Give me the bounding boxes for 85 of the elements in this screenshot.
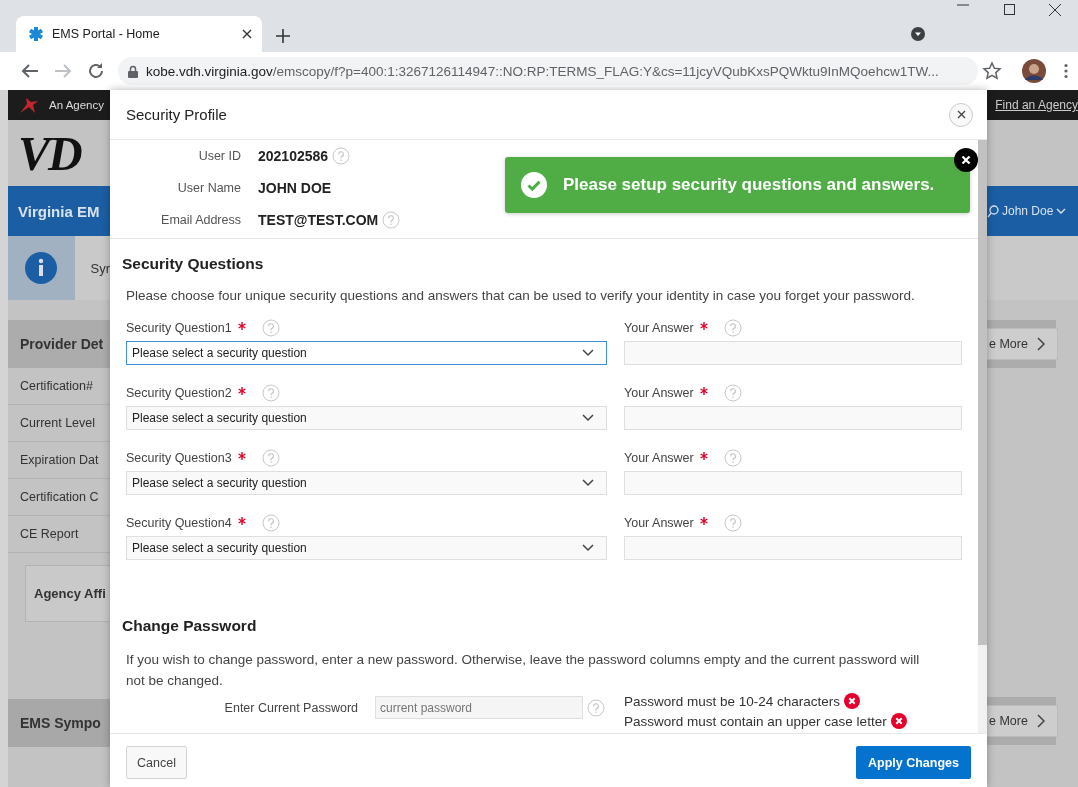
see-more-button[interactable]: e More <box>987 705 1058 737</box>
section-heading: Change Password <box>122 617 258 635</box>
affiliation-card: Agency Affi <box>25 565 110 622</box>
chevron-right-icon <box>1036 337 1045 351</box>
answer-label: Your Answer <box>624 516 694 530</box>
chevron-down-icon <box>582 479 594 487</box>
app-title: Virginia EM <box>8 186 110 236</box>
field-value: JOHN DOE <box>258 180 332 196</box>
bookmark-star-icon[interactable] <box>982 61 1002 81</box>
back-arrow-icon[interactable] <box>20 63 40 79</box>
question-label: Security Question2 <box>126 386 232 400</box>
field-value: 202102586 <box>258 148 329 164</box>
password-rule: Password must be 10-24 characters <box>624 693 841 709</box>
chevron-down-icon <box>582 414 594 422</box>
help-icon[interactable] <box>261 319 280 337</box>
minimize-icon[interactable] <box>957 4 969 6</box>
answer-label: Your Answer <box>624 386 694 400</box>
logo-text: VD <box>18 125 81 181</box>
agency-link[interactable]: An Agency <box>49 99 104 111</box>
help-icon[interactable] <box>723 449 742 467</box>
panel-title: Provider Det <box>8 320 110 368</box>
question-label: Security Question4 <box>126 516 232 530</box>
dropdown-icon[interactable] <box>910 26 926 42</box>
help-icon[interactable] <box>723 319 742 337</box>
chevron-down-icon <box>1056 207 1067 215</box>
toast-message: Please setup security questions and answers. <box>563 175 935 195</box>
question-select[interactable]: Please select a security question <box>126 471 607 495</box>
close-icon[interactable] <box>242 29 252 39</box>
close-icon[interactable] <box>954 148 978 172</box>
cancel-button[interactable]: Cancel <box>126 746 187 779</box>
help-icon[interactable] <box>587 698 605 717</box>
answer-field[interactable] <box>624 471 962 495</box>
bird-logo-icon <box>18 96 40 114</box>
password-label: Enter Current Password <box>223 700 358 715</box>
field-label: User Name <box>176 181 241 195</box>
password-rule: Password must contain an upper case letter <box>624 713 887 729</box>
question-select[interactable]: Please select a security question <box>126 341 607 365</box>
help-icon[interactable] <box>382 211 401 229</box>
answer-field[interactable] <box>624 341 962 365</box>
field-label: User ID <box>197 149 241 163</box>
chevron-right-icon <box>1036 714 1045 728</box>
chevron-down-icon <box>582 349 594 357</box>
chevron-down-icon <box>582 544 594 552</box>
lock-icon <box>128 64 138 78</box>
check-circle-icon <box>521 172 547 198</box>
dialog-title: Security Profile <box>126 106 227 123</box>
tab-title: EMS Portal - Home <box>52 27 161 41</box>
answer-field[interactable] <box>624 406 962 430</box>
panel-title: EMS Sympo <box>8 699 110 747</box>
help-icon[interactable] <box>723 384 742 402</box>
field-value: TEST@TEST.COM <box>258 212 379 228</box>
address-bar[interactable]: kobe.vdh.virginia.gov/emscopy/f?p=400:1:3267126114947::NO:RP:TERMS_FLAG:Y&cs=11jcyVQubKxsPQWktu9InMQoehcw1TW... <box>118 57 978 85</box>
close-icon[interactable] <box>1049 4 1061 16</box>
field-label: Email Address <box>160 213 241 227</box>
see-more-button[interactable]: e More <box>987 328 1058 360</box>
section-description: Please choose four unique security questions and answers that can be used to verify your identity in case you forget your password. <box>126 287 916 305</box>
answer-field[interactable] <box>624 536 962 560</box>
answer-label: Your Answer <box>624 451 694 465</box>
answer-label: Your Answer <box>624 321 694 335</box>
maximize-icon[interactable] <box>1003 4 1015 15</box>
forward-arrow-icon[interactable] <box>53 63 73 79</box>
help-icon[interactable] <box>261 384 280 402</box>
avatar-icon[interactable] <box>1022 59 1046 83</box>
question-select[interactable]: Please select a security question <box>126 536 607 560</box>
section-heading: Security Questions <box>122 255 265 273</box>
question-select[interactable]: Please select a security question <box>126 406 607 430</box>
info-icon <box>25 252 58 284</box>
question-label: Security Question3 <box>126 451 232 465</box>
notice-text: Syr <box>90 260 110 276</box>
new-tab-icon[interactable] <box>276 29 290 43</box>
reload-icon[interactable] <box>86 62 106 80</box>
help-icon[interactable] <box>261 514 280 532</box>
current-password-field[interactable]: current password <box>375 696 583 719</box>
help-icon[interactable] <box>332 147 351 165</box>
apply-changes-button[interactable]: Apply Changes <box>856 746 971 779</box>
browser-tab[interactable]: EMS Portal - Home <box>16 16 262 52</box>
help-icon[interactable] <box>723 514 742 532</box>
close-icon <box>956 110 966 119</box>
user-menu[interactable]: John Doe <box>987 186 1078 236</box>
help-icon[interactable] <box>261 449 280 467</box>
star-of-life-icon <box>28 26 44 42</box>
close-button[interactable] <box>949 102 973 127</box>
section-description: If you wish to change password, enter a new password. Otherwise, leave the password columns empty and the current password will not be changed. <box>126 651 921 690</box>
question-label: Security Question1 <box>126 321 232 335</box>
url-text: kobe.vdh.virginia.gov/emscopy/f?p=400:1:3267126114947::NO:RP:TERMS_FLAG:Y&cs=11jcyVQubKxsPQWktu9InMQoehcw1TW... <box>146 63 939 79</box>
